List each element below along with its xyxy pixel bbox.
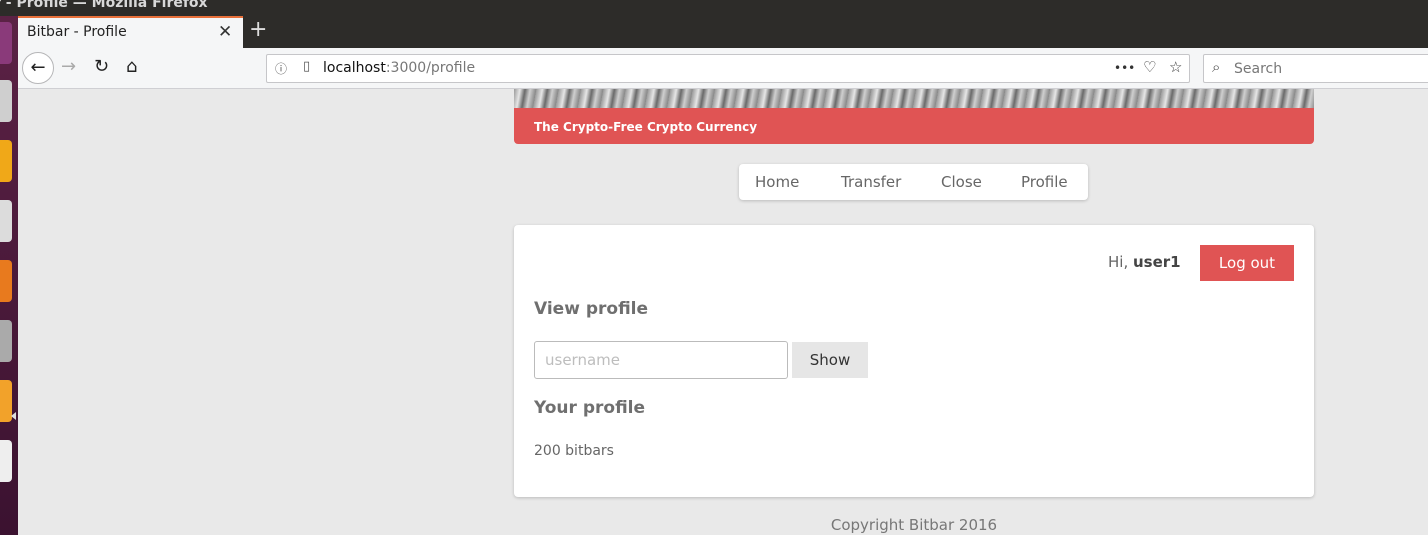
url-path: :3000/profile	[385, 60, 476, 76]
forward-icon[interactable]: →	[61, 56, 76, 77]
logout-button[interactable]: Log out	[1200, 245, 1294, 281]
site-nav: Home Transfer Close Profile	[739, 164, 1088, 200]
browser-navbar: ← → ↻ ⌂ ⓘ ▯ localhost:3000/profile ••• ♡…	[18, 48, 1428, 89]
url-bar[interactable]: ⓘ ▯ localhost:3000/profile ••• ♡ ☆	[266, 54, 1190, 83]
close-tab-icon[interactable]: ✕	[218, 22, 232, 42]
bitbar-balance: 200 bitbars	[534, 443, 614, 459]
nav-link-transfer[interactable]: Transfer	[841, 173, 901, 191]
url-host: localhost	[323, 60, 386, 76]
window-title: r - Profile — Mozilla Firefox	[0, 0, 208, 11]
os-titlebar: r - Profile — Mozilla Firefox	[0, 0, 1428, 16]
tab-bitbar-profile[interactable]: Bitbar - Profile ✕	[18, 16, 243, 48]
launcher-app-icon[interactable]	[0, 22, 12, 64]
launcher-active-arrow-icon	[11, 412, 16, 420]
site-tagline: The Crypto-Free Crypto Currency	[534, 120, 758, 134]
page-actions-icon[interactable]: •••	[1114, 61, 1135, 75]
view-profile-heading: View profile	[534, 299, 649, 319]
nav-link-profile[interactable]: Profile	[1021, 173, 1068, 191]
pocket-icon[interactable]: ♡	[1143, 58, 1156, 76]
launcher-terminal-icon[interactable]	[0, 200, 12, 242]
banner-image	[514, 89, 1314, 108]
tab-strip: Bitbar - Profile ✕ +	[18, 16, 1428, 48]
profile-card: Hi, user1 Log out View profile Show Your…	[514, 225, 1314, 497]
show-button[interactable]: Show	[792, 342, 868, 378]
launcher-firefox-icon[interactable]	[0, 140, 12, 182]
site-info-icon[interactable]: ⓘ	[275, 60, 287, 77]
username-input[interactable]	[534, 341, 788, 379]
nav-link-home[interactable]: Home	[755, 173, 799, 191]
search-bar[interactable]: ⌕ Search	[1203, 54, 1428, 83]
home-icon[interactable]: ⌂	[126, 56, 137, 77]
nav-link-close[interactable]: Close	[941, 173, 982, 191]
your-profile-heading: Your profile	[534, 398, 646, 418]
greeting-username: user1	[1133, 253, 1181, 271]
back-button[interactable]: ←	[22, 52, 54, 84]
launcher-software-icon[interactable]	[0, 260, 12, 302]
site-footer: Copyright Bitbar 2016	[830, 516, 998, 534]
search-icon: ⌕	[1212, 58, 1221, 76]
bookmark-star-icon[interactable]: ☆	[1169, 58, 1182, 76]
greeting-prefix: Hi,	[1108, 253, 1129, 271]
reload-icon[interactable]: ↻	[94, 56, 109, 77]
url-text[interactable]: localhost:3000/profile	[323, 60, 475, 76]
search-placeholder: Search	[1234, 61, 1283, 77]
ubuntu-launcher	[0, 16, 18, 535]
user-greeting: Hi, user1	[1108, 253, 1181, 271]
new-tab-icon[interactable]: +	[249, 17, 267, 42]
tab-title: Bitbar - Profile	[27, 24, 127, 40]
site-header-banner: The Crypto-Free Crypto Currency	[514, 89, 1314, 144]
launcher-settings-icon[interactable]	[0, 320, 12, 362]
launcher-app2-icon[interactable]	[0, 440, 12, 482]
launcher-files-icon[interactable]	[0, 80, 12, 122]
page-icon: ▯	[303, 59, 311, 74]
